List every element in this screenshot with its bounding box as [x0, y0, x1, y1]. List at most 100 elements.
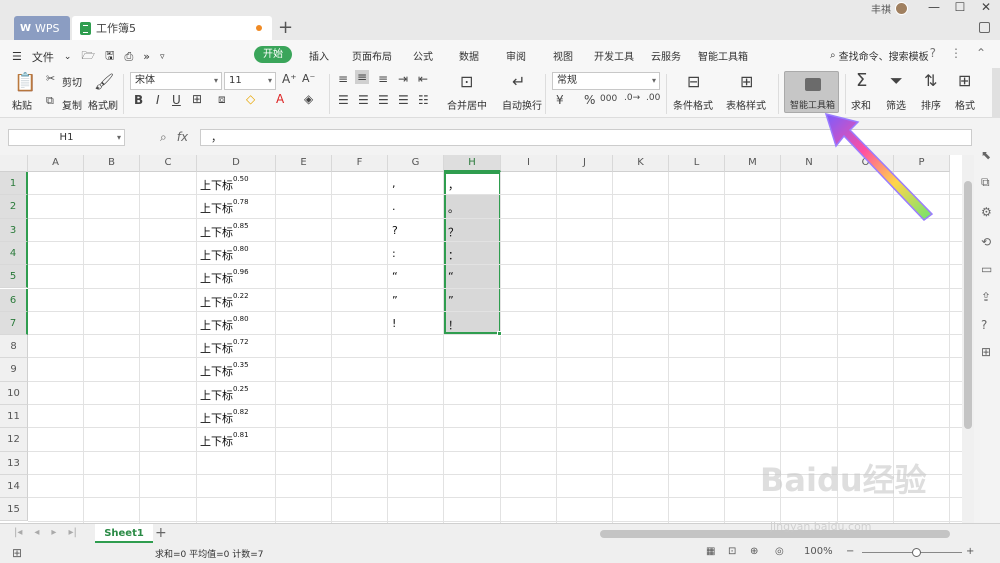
sum-icon[interactable]: Σ [856, 70, 867, 91]
next-sheet-icon[interactable]: ▸ [51, 527, 56, 538]
row-header-3[interactable]: 3 [0, 218, 28, 242]
cell-d9[interactable]: 上下标0.35 [200, 361, 249, 379]
column-header-l[interactable]: L [669, 155, 725, 172]
column-header-e[interactable]: E [276, 155, 332, 172]
cell-d10[interactable]: 上下标0.25 [200, 385, 249, 403]
cell-g4[interactable]: : [392, 247, 396, 260]
tab-cloud[interactable]: 云服务 [651, 48, 681, 63]
tab-developer[interactable]: 开发工具 [594, 48, 634, 63]
tab-page-layout[interactable]: 页面布局 [352, 48, 392, 63]
indent-icon[interactable]: ⇥ [398, 72, 408, 86]
tab-view[interactable]: 视图 [553, 48, 573, 63]
column-header-a[interactable]: A [28, 155, 84, 172]
archive-icon[interactable]: ▭ [981, 262, 992, 276]
sort-icon[interactable]: ⇅ [924, 71, 937, 90]
user-account[interactable]: 丰祺 [871, 1, 908, 16]
cell-h1[interactable]: ， [448, 177, 459, 193]
select-all-corner[interactable] [0, 155, 28, 172]
outdent-icon[interactable]: ⇤ [418, 72, 428, 86]
shapes-icon[interactable]: ⧉ [981, 175, 990, 190]
cell-style-icon[interactable]: ⧈ [218, 92, 226, 107]
row-header-12[interactable]: 12 [0, 428, 28, 452]
increase-font-icon[interactable]: A⁺ [282, 72, 297, 86]
zoom-in-icon[interactable]: + [966, 546, 974, 557]
row-header-8[interactable]: 8 [0, 335, 28, 359]
currency-icon[interactable]: ¥ [556, 93, 564, 107]
backup-icon[interactable]: ⟲ [981, 235, 991, 249]
cell-g2[interactable]: . [392, 200, 396, 213]
sidebar-toggle-icon[interactable] [979, 22, 990, 33]
cell-d2[interactable]: 上下标0.78 [200, 198, 249, 216]
align-right-icon[interactable]: ☰ [378, 93, 389, 107]
cell-d7[interactable]: 上下标0.80 [200, 315, 249, 333]
apps-icon[interactable]: ⊞ [981, 345, 991, 359]
row-header-7[interactable]: 7 [0, 311, 28, 336]
tab-data[interactable]: 数据 [459, 48, 479, 63]
column-header-h[interactable]: H [444, 155, 501, 172]
select-cursor-icon[interactable]: ⬉ [981, 148, 991, 162]
cell-d5[interactable]: 上下标0.96 [200, 268, 249, 286]
page-layout-view-icon[interactable]: ⊡ [728, 546, 736, 557]
column-header-j[interactable]: J [557, 155, 613, 172]
first-sheet-icon[interactable]: |◂ [14, 527, 22, 538]
border-icon[interactable]: ⊞ [192, 92, 202, 106]
ribbon-scroll-arrow[interactable] [992, 68, 1000, 118]
percent-icon[interactable]: % [584, 93, 595, 107]
row-header-1[interactable]: 1 [0, 172, 28, 196]
add-sheet-button[interactable]: + [155, 525, 167, 541]
row-header-13[interactable]: 13 [0, 451, 28, 475]
conditional-format-button[interactable]: 条件格式 [673, 97, 713, 112]
tab-smart-toolbox[interactable]: 智能工具箱 [698, 48, 748, 63]
tab-home[interactable]: 开始 [254, 46, 292, 63]
close-icon[interactable]: ✕ [974, 0, 998, 14]
page-break-view-icon[interactable]: ⊕ [750, 546, 758, 557]
table-style-icon[interactable]: ⊞ [740, 72, 753, 91]
thousands-icon[interactable]: 000 [600, 94, 617, 104]
cell-g6[interactable]: ” [392, 294, 398, 307]
macro-icon[interactable]: ⊞ [12, 546, 22, 560]
merge-center-button[interactable]: 合并居中 [447, 97, 487, 112]
italic-icon[interactable]: I [156, 93, 160, 107]
zoom-level[interactable]: 100% [804, 546, 833, 557]
share-icon[interactable]: ⇪ [981, 290, 991, 304]
column-header-b[interactable]: B [84, 155, 140, 172]
underline-icon[interactable]: U [172, 93, 181, 107]
print-icon[interactable]: ⎙ [124, 50, 133, 64]
justify-icon[interactable]: ☰ [398, 93, 409, 107]
column-header-f[interactable]: F [332, 155, 388, 172]
row-header-15[interactable]: 15 [0, 498, 28, 522]
paste-button[interactable]: 粘贴 [12, 97, 32, 112]
tab-formulas[interactable]: 公式 [413, 48, 433, 63]
cell-h7[interactable]: ！ [448, 317, 459, 333]
decrease-decimal-icon[interactable]: .00 [646, 93, 660, 103]
cell-h6[interactable]: ” [448, 294, 454, 307]
cell-d8[interactable]: 上下标0.72 [200, 338, 249, 356]
chevron-down-icon[interactable]: ⌄ [64, 52, 72, 62]
cell-g1[interactable]: , [392, 177, 396, 190]
cell-d6[interactable]: 上下标0.22 [200, 292, 249, 310]
name-box[interactable]: H1 [8, 129, 125, 146]
help-circle-icon[interactable]: ? [981, 318, 987, 332]
row-header-5[interactable]: 5 [0, 265, 28, 289]
table-style-button[interactable]: 表格样式 [726, 97, 766, 112]
fx-icon[interactable]: fx [177, 130, 188, 145]
new-tab-button[interactable]: + [278, 17, 293, 38]
column-header-c[interactable]: C [140, 155, 197, 172]
tab-review[interactable]: 审阅 [506, 48, 526, 63]
cell-d4[interactable]: 上下标0.80 [200, 245, 249, 263]
format-icon[interactable]: ⊞ [958, 71, 971, 90]
column-header-d[interactable]: D [197, 155, 276, 172]
column-header-i[interactable]: I [501, 155, 557, 172]
wrap-text-icon[interactable]: ↵ [512, 72, 525, 91]
command-search[interactable]: ⌕ 查找命令、搜索模板 [830, 48, 929, 63]
align-middle-icon[interactable]: ≡ [355, 70, 370, 84]
open-folder-icon[interactable]: 🗁 [81, 47, 95, 66]
cell-g7[interactable]: ! [392, 317, 396, 330]
fill-color-icon[interactable]: ◇ [246, 92, 255, 106]
format-button[interactable]: 格式 [955, 97, 975, 112]
number-format-select[interactable]: 常规 [552, 72, 660, 90]
collapse-ribbon-icon[interactable]: ⌃ [976, 46, 986, 60]
cell-d1[interactable]: 上下标0.50 [200, 175, 249, 193]
cell-g5[interactable]: “ [392, 270, 398, 283]
zoom-formula-icon[interactable]: ⌕ [160, 130, 167, 145]
